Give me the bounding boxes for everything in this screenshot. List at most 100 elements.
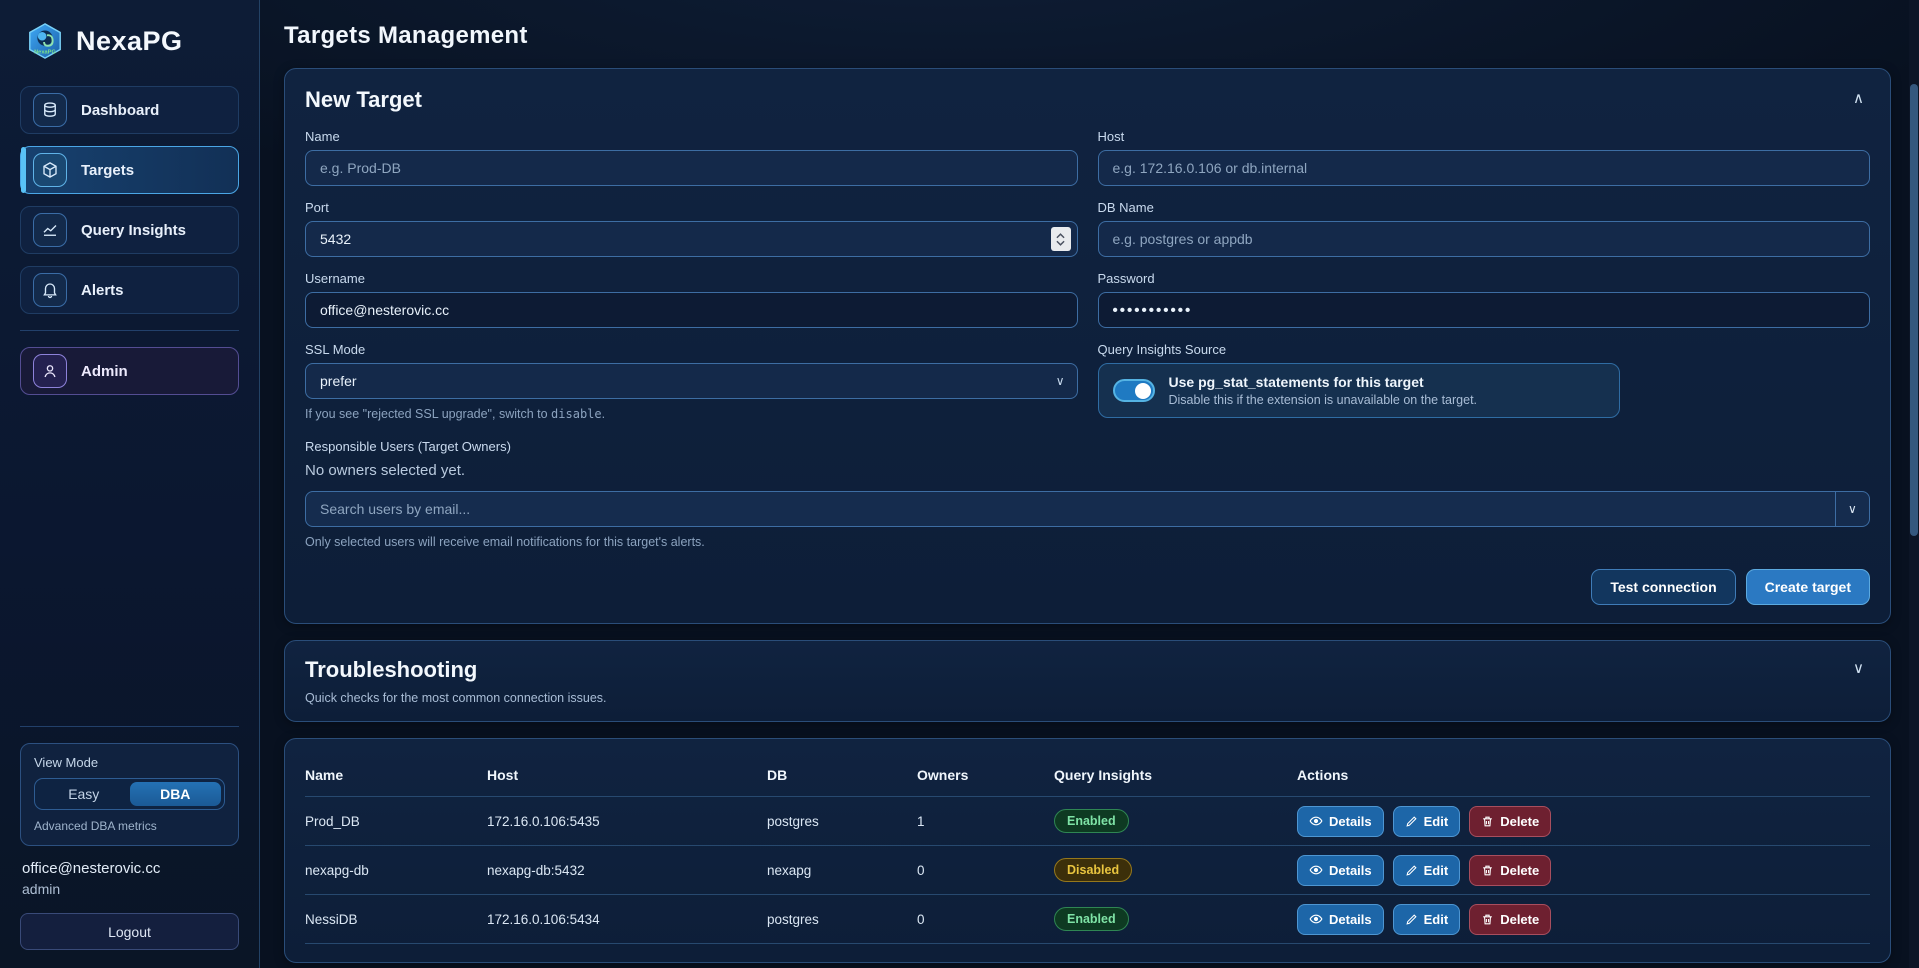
table-header-row: Name Host DB Owners Query Insights Actio…	[305, 753, 1870, 797]
sidebar-item-label: Admin	[81, 363, 128, 380]
view-mode-toggle[interactable]: Easy DBA	[34, 778, 225, 810]
owners-search-input[interactable]	[305, 491, 1836, 527]
delete-button[interactable]: Delete	[1469, 855, 1551, 886]
edit-label: Edit	[1424, 912, 1449, 927]
sidebar-item-alerts[interactable]: Alerts	[20, 266, 239, 314]
password-field-group: Password	[1098, 271, 1871, 328]
number-stepper-icon[interactable]	[1051, 227, 1071, 251]
form-actions: Test connection Create target	[305, 569, 1870, 605]
sidebar-item-dashboard[interactable]: Dashboard	[20, 86, 239, 134]
sslmode-hint-code: disable	[551, 407, 602, 421]
table-row: Prod_DB 172.16.0.106:5435 postgres 1 Ena…	[305, 797, 1870, 846]
port-label: Port	[305, 200, 1078, 215]
user-icon	[33, 354, 67, 388]
sidebar-divider-bottom	[20, 726, 239, 727]
sslmode-value: prefer	[320, 373, 357, 389]
details-button[interactable]: Details	[1297, 855, 1384, 886]
eye-icon	[1309, 863, 1323, 877]
username-field-group: Username	[305, 271, 1078, 328]
sidebar-item-targets[interactable]: Targets	[20, 146, 239, 194]
app-name: NexaPG	[76, 26, 183, 57]
edit-button[interactable]: Edit	[1393, 904, 1461, 935]
cell-name: Prod_DB	[305, 814, 487, 829]
username-input[interactable]	[305, 292, 1078, 328]
edit-label: Edit	[1424, 863, 1449, 878]
details-button[interactable]: Details	[1297, 806, 1384, 837]
delete-button[interactable]: Delete	[1469, 904, 1551, 935]
col-actions: Actions	[1297, 767, 1870, 783]
delete-button[interactable]: Delete	[1469, 806, 1551, 837]
sslmode-select[interactable]: prefer ∨	[305, 363, 1078, 399]
chevron-down-icon[interactable]: ∨	[1847, 657, 1870, 679]
pencil-icon	[1405, 864, 1418, 877]
new-target-card: New Target ∧ Name Host Port	[284, 68, 1891, 624]
cell-db: postgres	[767, 912, 917, 927]
cell-db: nexapg	[767, 863, 917, 878]
username-label: Username	[305, 271, 1078, 286]
sslmode-field-group: SSL Mode prefer ∨ If you see "rejected S…	[305, 342, 1078, 421]
trash-icon	[1481, 913, 1494, 926]
host-input[interactable]	[1098, 150, 1871, 186]
password-input[interactable]	[1098, 292, 1871, 328]
troubleshooting-subtitle: Quick checks for the most common connect…	[305, 691, 1870, 705]
details-label: Details	[1329, 814, 1372, 829]
scrollbar-track[interactable]	[1909, 0, 1919, 968]
pg-stat-toggle-title: Use pg_stat_statements for this target	[1169, 374, 1478, 390]
edit-button[interactable]: Edit	[1393, 806, 1461, 837]
view-mode-hint: Advanced DBA metrics	[34, 819, 225, 833]
sidebar-item-query-insights[interactable]: Query Insights	[20, 206, 239, 254]
table-row: NessiDB 172.16.0.106:5434 postgres 0 Ena…	[305, 895, 1870, 944]
sidebar-item-admin[interactable]: Admin	[20, 347, 239, 395]
troubleshooting-title: Troubleshooting	[305, 657, 477, 683]
details-label: Details	[1329, 912, 1372, 927]
toggle-knob	[1135, 383, 1151, 399]
sidebar-item-label: Query Insights	[81, 222, 186, 239]
col-query-insights: Query Insights	[1054, 767, 1297, 783]
name-label: Name	[305, 129, 1078, 144]
sslmode-hint-text: If you see "rejected SSL upgrade", switc…	[305, 407, 551, 421]
create-target-button[interactable]: Create target	[1746, 569, 1870, 605]
chevron-up-icon[interactable]: ∧	[1847, 87, 1870, 109]
new-target-form: Name Host Port DB Name	[305, 129, 1870, 605]
view-mode-dba-button[interactable]: DBA	[130, 782, 222, 806]
delete-label: Delete	[1500, 912, 1539, 927]
owners-dropdown-button[interactable]: ∨	[1836, 491, 1870, 527]
view-mode-panel: View Mode Easy DBA Advanced DBA metrics	[20, 743, 239, 846]
row-actions: Details Edit Delete	[1297, 855, 1870, 886]
status-badge: Enabled	[1054, 809, 1129, 833]
cell-owners: 1	[917, 814, 1054, 829]
test-connection-button[interactable]: Test connection	[1591, 569, 1735, 605]
row-actions: Details Edit Delete	[1297, 806, 1870, 837]
pg-stat-toggle-subtitle: Disable this if the extension is unavail…	[1169, 393, 1478, 407]
svg-text:NexaPG: NexaPG	[34, 49, 56, 55]
port-input[interactable]	[305, 221, 1078, 257]
pg-stat-toggle-card: Use pg_stat_statements for this target D…	[1098, 363, 1620, 418]
edit-label: Edit	[1424, 814, 1449, 829]
query-insights-source-label: Query Insights Source	[1098, 342, 1871, 357]
delete-label: Delete	[1500, 863, 1539, 878]
eye-icon	[1309, 814, 1323, 828]
name-input[interactable]	[305, 150, 1078, 186]
cell-host: 172.16.0.106:5434	[487, 912, 767, 927]
sidebar-item-label: Dashboard	[81, 102, 159, 119]
status-badge: Enabled	[1054, 907, 1129, 931]
row-actions: Details Edit Delete	[1297, 904, 1870, 935]
col-owners: Owners	[917, 767, 1054, 783]
chart-icon	[33, 213, 67, 247]
database-icon	[33, 93, 67, 127]
troubleshooting-card: Troubleshooting ∨ Quick checks for the m…	[284, 640, 1891, 722]
view-mode-label: View Mode	[34, 755, 225, 770]
cell-host: 172.16.0.106:5435	[487, 814, 767, 829]
page-title: Targets Management	[284, 22, 1891, 50]
details-button[interactable]: Details	[1297, 904, 1384, 935]
dbname-input[interactable]	[1098, 221, 1871, 257]
cell-name: nexapg-db	[305, 863, 487, 878]
cell-name: NessiDB	[305, 912, 487, 927]
host-field-group: Host	[1098, 129, 1871, 186]
logout-button[interactable]: Logout	[20, 913, 239, 950]
edit-button[interactable]: Edit	[1393, 855, 1461, 886]
pg-stat-toggle[interactable]	[1113, 379, 1155, 402]
scrollbar-thumb[interactable]	[1910, 84, 1918, 536]
view-mode-easy-button[interactable]: Easy	[38, 782, 130, 806]
col-db: DB	[767, 767, 917, 783]
